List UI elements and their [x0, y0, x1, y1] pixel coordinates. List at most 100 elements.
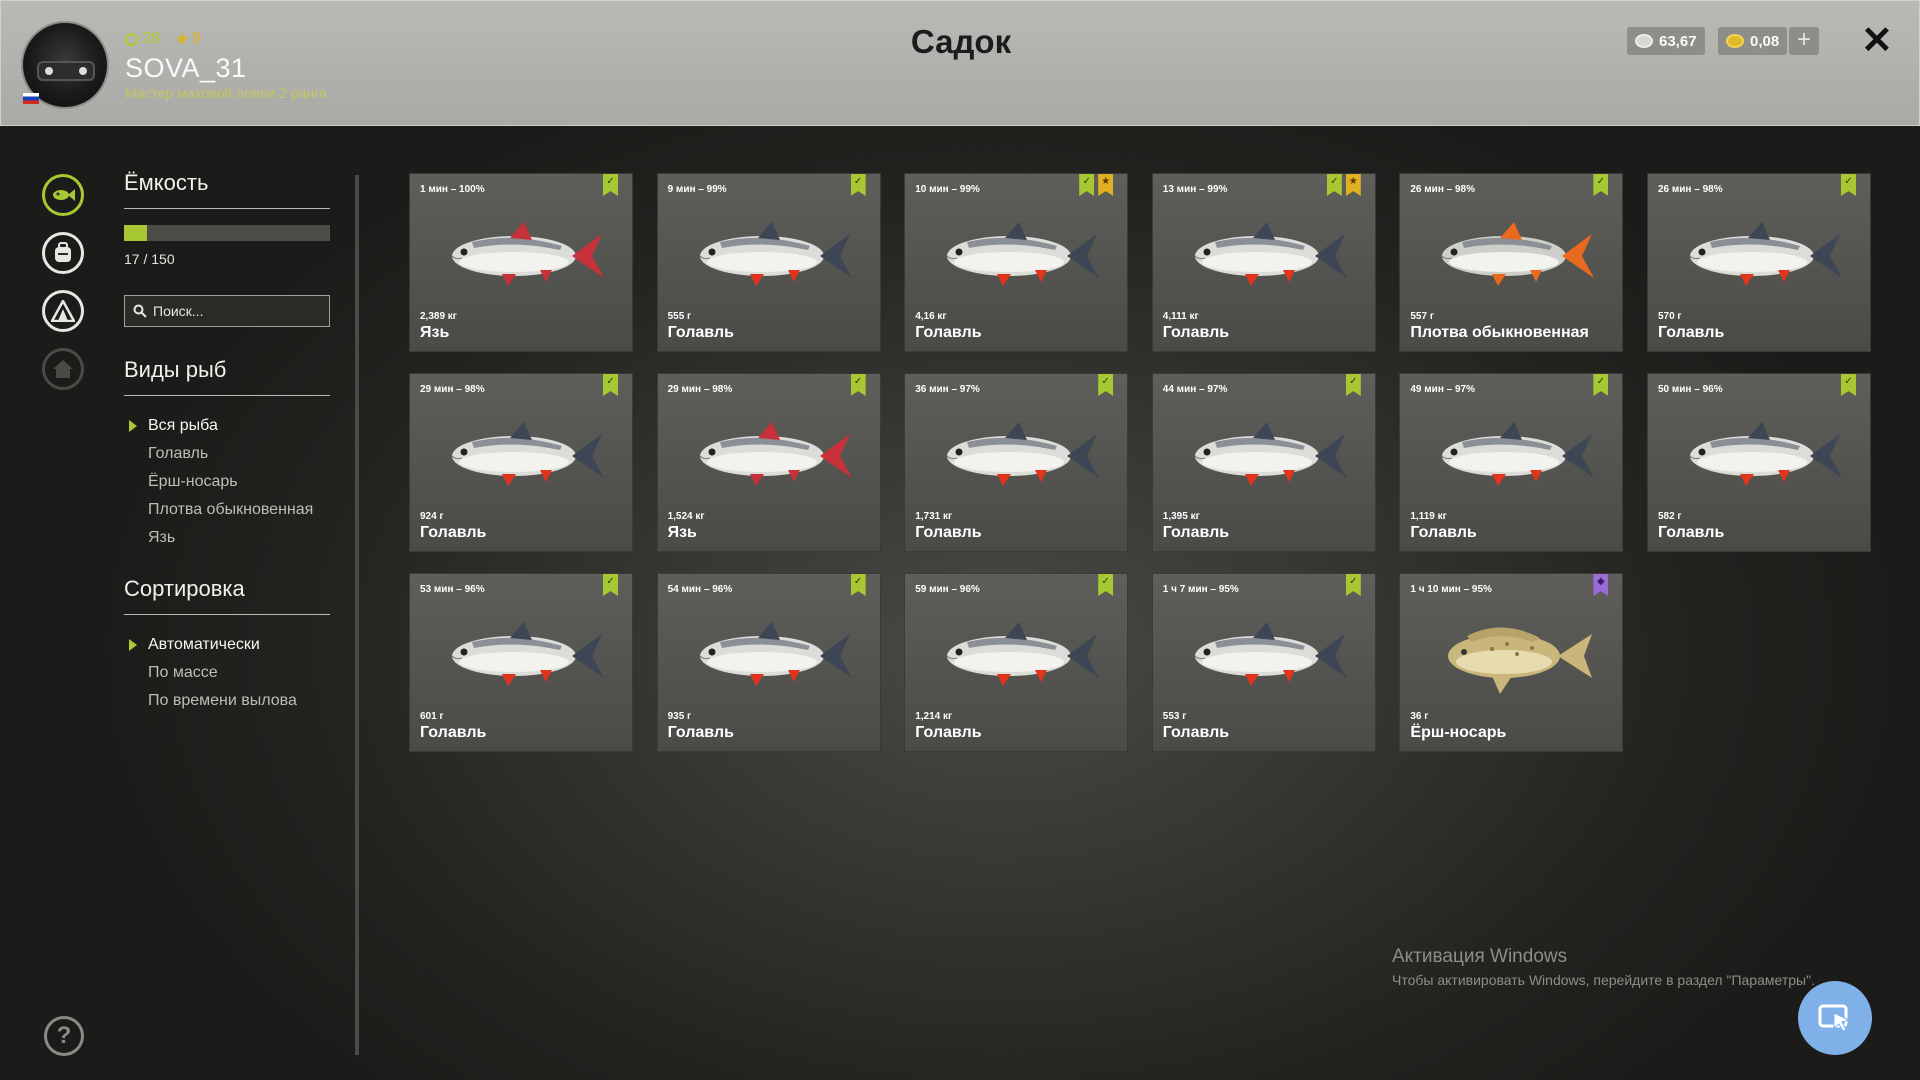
green-bookmark-icon: ✓: [1345, 574, 1361, 596]
gold-bookmark-icon: ★: [1098, 174, 1114, 196]
green-bookmark-icon: ✓: [1098, 374, 1114, 396]
gold-bookmark-icon: ★: [1345, 174, 1361, 196]
catch-time: 26 мин – 98%: [1657, 184, 1723, 195]
sorting-title: Сортировка: [124, 576, 330, 615]
watermark-text: Чтобы активировать Windows, перейдите в …: [1392, 972, 1815, 988]
keepnet-icon[interactable]: [42, 174, 84, 216]
fish-weight: 1,395 кг: [1162, 511, 1200, 522]
fish-name: Голавль: [1162, 324, 1230, 341]
fish-name: Голавль: [915, 324, 982, 341]
fish-card[interactable]: 26 мин – 98% ✓ 557 г Плотва обыкновенная: [1400, 174, 1623, 351]
fish-card[interactable]: 29 мин – 98% ✓ 924 г Голавль: [410, 374, 632, 551]
fish-card[interactable]: 49 мин – 97% ✓ 1,119 кг Голавль: [1400, 374, 1623, 551]
fish-card[interactable]: 29 мин – 98% ✓ 1,524 кг Язь: [657, 374, 880, 551]
filter-panel: Ёмкость 17 / 150 Виды рыб Вся рыбаГолавл…: [124, 170, 330, 715]
sort-option-item[interactable]: По времени вылова: [124, 687, 330, 715]
card-badges: ✓: [850, 574, 866, 596]
catch-time: 36 мин – 97%: [915, 384, 980, 395]
fish-name: Язь: [667, 524, 697, 541]
gold-currency: 0,08: [1718, 27, 1788, 55]
fish-weight: 1,524 кг: [667, 511, 705, 522]
fish-card[interactable]: 53 мин – 96% ✓ 601 г Голавль: [410, 574, 632, 751]
fish-weight: 1,119 кг: [1410, 511, 1447, 522]
fish-card[interactable]: 1 ч 10 мин – 95% ◆ 36 г Ёрш-носарь: [1400, 574, 1623, 751]
fish-weight: 2,389 кг: [420, 311, 457, 322]
fish-name: Голавль: [667, 324, 734, 341]
catch-time: 29 мин – 98%: [667, 384, 733, 395]
green-bookmark-icon: ✓: [1326, 174, 1342, 196]
green-bookmark-icon: ✓: [1345, 374, 1361, 396]
card-badges: ✓: [850, 374, 866, 396]
fish-weight: 924 г: [420, 511, 444, 522]
fish-weight: 601 г: [420, 711, 444, 722]
capacity-text: 17 / 150: [124, 251, 175, 267]
panel-divider: [355, 175, 359, 1055]
silver-coin-icon: [1635, 34, 1653, 48]
fish-weight: 1,731 кг: [915, 511, 953, 522]
fish-card[interactable]: 1 ч 7 мин – 95% ✓ 553 г Голавль: [1152, 574, 1375, 751]
fish-card[interactable]: 44 мин – 97% ✓ 1,395 кг Голавль: [1152, 374, 1375, 551]
fish-card[interactable]: 36 мин – 97% ✓ 1,731 кг Голавль: [905, 374, 1128, 551]
search-box[interactable]: [124, 295, 330, 327]
species-filter-item[interactable]: Голавль: [124, 440, 330, 468]
catch-time: 29 мин – 98%: [420, 384, 485, 395]
card-badges: ✓: [1345, 374, 1361, 396]
gold-coin-icon: [1726, 34, 1744, 48]
fish-card[interactable]: 54 мин – 96% ✓ 935 г Голавль: [657, 574, 880, 751]
fish-weight: 570 г: [1657, 311, 1682, 322]
card-badges: ✓: [1593, 374, 1609, 396]
top-bar: 28 ★ 9 SOVA_31 Мастер маховой ловли 2 ран…: [0, 0, 1920, 126]
green-bookmark-icon: ✓: [1840, 174, 1856, 196]
home-icon: [42, 348, 84, 390]
catch-time: 26 мин – 98%: [1410, 184, 1475, 195]
close-button[interactable]: ✕: [1861, 19, 1893, 63]
fish-weight: 555 г: [667, 311, 692, 322]
green-bookmark-icon: ✓: [1593, 374, 1609, 396]
screen-capture-button[interactable]: [1798, 981, 1872, 1055]
catch-time: 59 мин – 96%: [915, 584, 980, 595]
capacity-bar: [124, 225, 330, 241]
sort-option-item[interactable]: По массе: [124, 659, 330, 687]
card-badges: ✓ ★: [1326, 174, 1361, 196]
backpack-icon[interactable]: [42, 232, 84, 274]
green-bookmark-icon: ✓: [1593, 174, 1609, 196]
fish-name: Голавль: [420, 724, 487, 741]
player-rank: Мастер маховой ловли 2 ранга: [125, 85, 327, 101]
fish-card[interactable]: 59 мин – 96% ✓ 1,214 кг Голавль: [905, 574, 1128, 751]
green-bookmark-icon: ✓: [1840, 374, 1856, 396]
species-filter-item[interactable]: Ёрш-носарь: [124, 468, 330, 496]
camp-icon[interactable]: [42, 290, 84, 332]
species-filter-item[interactable]: Плотва обыкновенная: [124, 496, 330, 524]
green-bookmark-icon: ✓: [850, 374, 866, 396]
fish-name: Голавль: [1657, 524, 1725, 541]
fish-card[interactable]: 1 мин – 100% ✓ 2,389 кг Язь: [410, 174, 632, 351]
fish-weight: 582 г: [1657, 511, 1682, 522]
windows-activation-watermark: Активация Windows Чтобы активировать Win…: [1392, 946, 1815, 988]
help-icon[interactable]: ?: [44, 1016, 84, 1056]
add-currency-button[interactable]: +: [1789, 27, 1819, 55]
species-filter-item[interactable]: Вся рыба: [124, 412, 330, 440]
fish-card[interactable]: 50 мин – 96% ✓ 582 г Голавль: [1647, 374, 1870, 551]
green-bookmark-icon: ✓: [603, 574, 618, 596]
card-badges: ✓: [603, 374, 618, 396]
card-badges: ✓: [603, 174, 618, 196]
fish-name: Ёрш-носарь: [1410, 724, 1507, 741]
fish-card[interactable]: 10 мин – 99% ✓ ★ 4,16 кг Голавль: [905, 174, 1128, 351]
sort-option-item[interactable]: Автоматически: [124, 631, 330, 659]
green-bookmark-icon: ✓: [850, 574, 866, 596]
catch-time: 50 мин – 96%: [1657, 384, 1723, 395]
fish-card[interactable]: 9 мин – 99% ✓ 555 г Голавль: [657, 174, 880, 351]
card-badges: ✓: [1840, 174, 1856, 196]
green-bookmark-icon: ✓: [603, 174, 618, 196]
search-input[interactable]: [153, 303, 323, 319]
catch-time: 13 мин – 99%: [1162, 184, 1228, 195]
search-icon: [133, 304, 147, 318]
species-filter-item[interactable]: Язь: [124, 524, 330, 552]
catch-time: 53 мин – 96%: [420, 584, 485, 595]
card-badges: ✓: [850, 174, 866, 196]
fish-card[interactable]: 26 мин – 98% ✓ 570 г Голавль: [1647, 174, 1870, 351]
purple-bookmark-icon: ◆: [1593, 574, 1609, 596]
fish-card[interactable]: 13 мин – 99% ✓ ★ 4,111 кг Голавль: [1152, 174, 1375, 351]
sorting-list: Автоматически По массе По времени вылова: [124, 631, 330, 715]
silver-amount: 63,67: [1659, 32, 1697, 50]
